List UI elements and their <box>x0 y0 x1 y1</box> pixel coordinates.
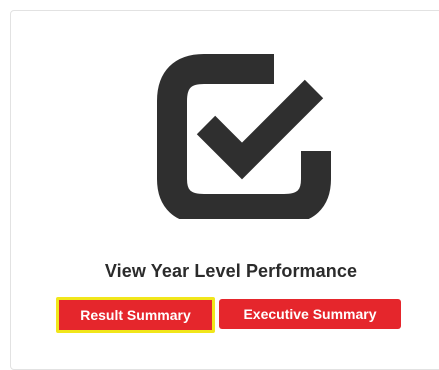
checkbox-check-icon <box>156 39 336 219</box>
result-summary-button[interactable]: Result Summary <box>56 297 215 333</box>
button-row: Result Summary Executive Summary <box>11 297 439 333</box>
card-title: View Year Level Performance <box>104 261 358 281</box>
performance-card: View Year Level Performance Result Summa… <box>10 10 439 370</box>
executive-summary-button[interactable]: Executive Summary <box>219 299 401 329</box>
